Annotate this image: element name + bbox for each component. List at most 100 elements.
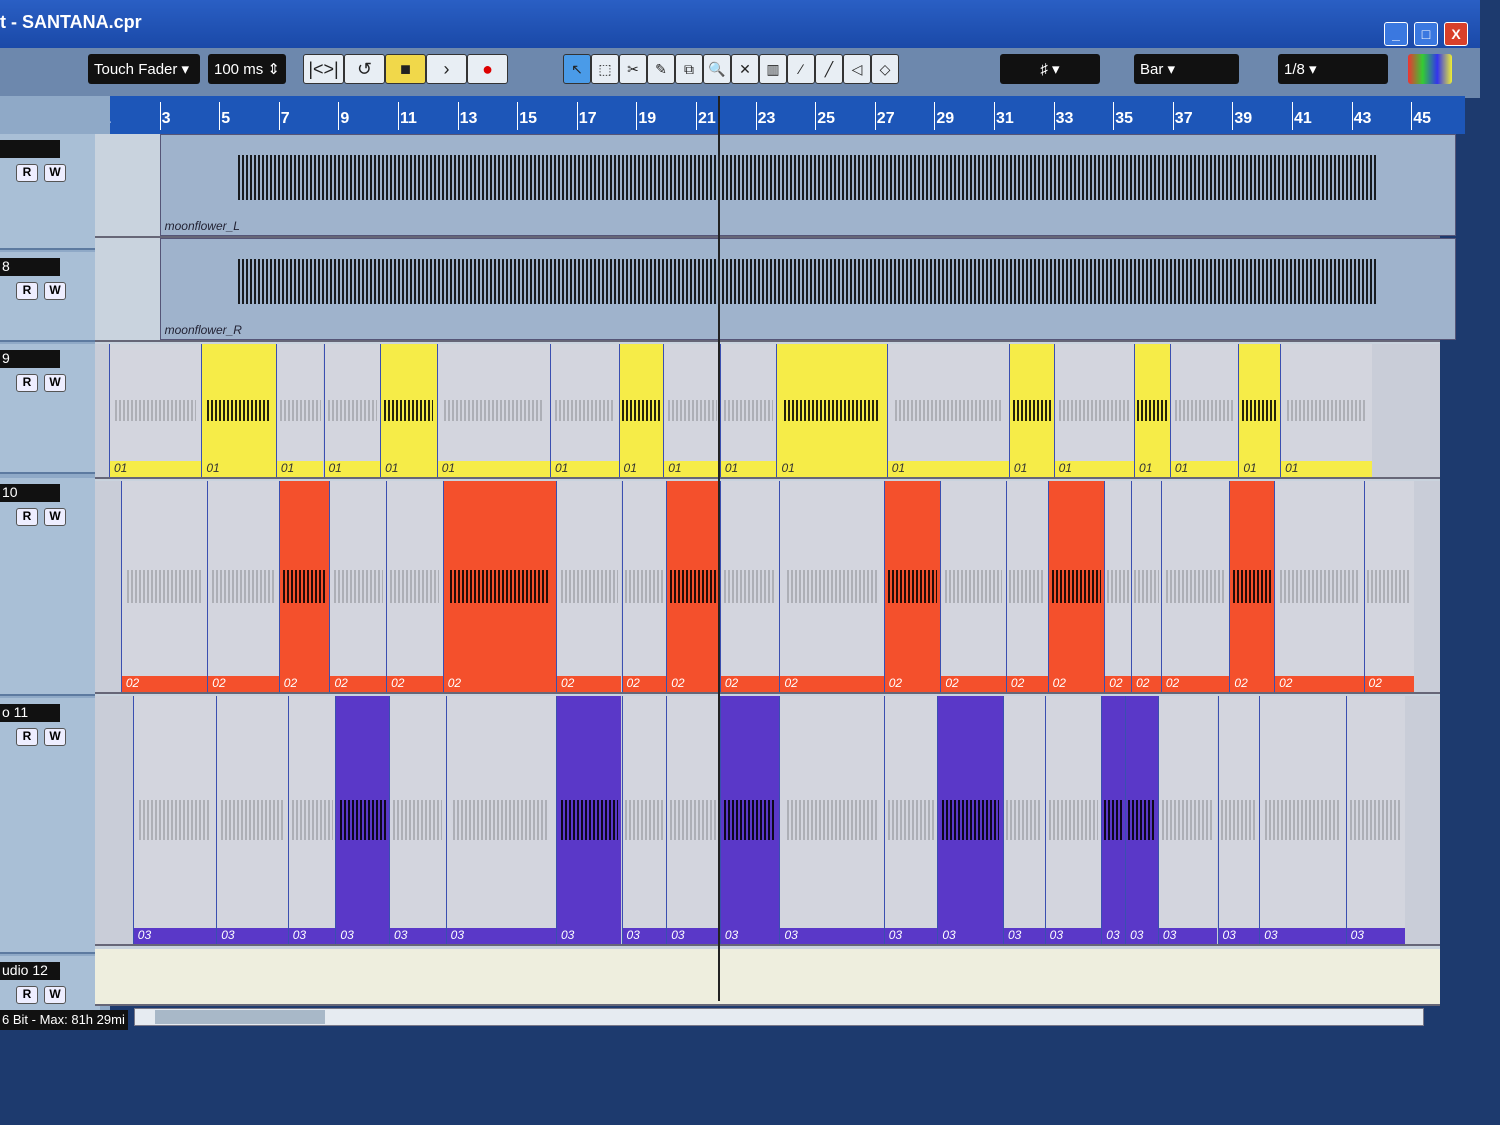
- selected-event[interactable]: 03: [1125, 696, 1158, 944]
- tool-button[interactable]: ⧉: [675, 54, 703, 84]
- write-automation-button[interactable]: W: [44, 986, 66, 1004]
- track-header[interactable]: o 11 R W: [0, 698, 100, 954]
- event[interactable]: 02: [207, 481, 279, 692]
- event[interactable]: 03: [1345, 696, 1406, 944]
- track-name[interactable]: 8: [0, 258, 60, 276]
- transport-button[interactable]: |<>|: [303, 54, 344, 84]
- selected-event[interactable]: 02: [883, 481, 941, 692]
- event[interactable]: 02: [719, 481, 780, 692]
- tool-button[interactable]: ◁: [843, 54, 871, 84]
- tool-button[interactable]: ╱: [815, 54, 843, 84]
- event[interactable]: 03: [779, 696, 884, 944]
- event[interactable]: 01: [1169, 344, 1239, 477]
- selected-event[interactable]: 02: [1047, 481, 1105, 692]
- tool-button[interactable]: ↖: [563, 54, 591, 84]
- event[interactable]: 02: [329, 481, 387, 692]
- time-stepper[interactable]: 100 ms ⇕: [208, 54, 286, 84]
- tool-button[interactable]: ▥: [759, 54, 787, 84]
- event[interactable]: 01: [886, 344, 1009, 477]
- write-automation-button[interactable]: W: [44, 508, 66, 526]
- track-name[interactable]: 10: [0, 484, 60, 502]
- write-automation-button[interactable]: W: [44, 282, 66, 300]
- track-name[interactable]: udio 12: [0, 962, 60, 980]
- tool-button[interactable]: ◇: [871, 54, 899, 84]
- selected-event[interactable]: 03: [1101, 696, 1126, 944]
- event[interactable]: 01: [436, 344, 550, 477]
- selected-event[interactable]: 02: [666, 481, 720, 692]
- event[interactable]: 02: [1131, 481, 1161, 692]
- event[interactable]: 02: [120, 481, 208, 692]
- event[interactable]: 01: [1280, 344, 1373, 477]
- tool-button[interactable]: 🔍: [703, 54, 731, 84]
- selected-event[interactable]: 01: [380, 344, 437, 477]
- transport-button[interactable]: ↺: [344, 54, 385, 84]
- quantize-select[interactable]: 1/8 ▾: [1278, 54, 1388, 84]
- event[interactable]: 03: [1002, 696, 1045, 944]
- event[interactable]: 01: [108, 344, 202, 477]
- selected-event[interactable]: 03: [335, 696, 390, 944]
- event[interactable]: 03: [883, 696, 938, 944]
- event[interactable]: 02: [1005, 481, 1048, 692]
- tool-button[interactable]: ⬚: [591, 54, 619, 84]
- tool-button[interactable]: ✂: [619, 54, 647, 84]
- event[interactable]: 03: [216, 696, 288, 944]
- selected-event[interactable]: 02: [442, 481, 556, 692]
- selected-event[interactable]: 01: [618, 344, 664, 477]
- selected-event[interactable]: 01: [776, 344, 887, 477]
- selected-event[interactable]: 01: [201, 344, 276, 477]
- track-header[interactable]: 9 RW: [0, 344, 100, 474]
- transport-button[interactable]: ›: [426, 54, 467, 84]
- timeline-ruler[interactable]: 1357911131517192123252729313335373941434…: [95, 96, 1465, 134]
- track-header[interactable]: 8 RW: [0, 252, 100, 342]
- automation-mode-select[interactable]: Touch Fader ▾: [88, 54, 200, 84]
- arrange-area[interactable]: moonflower_L moonflower_R 01 01 01 01 01 01 01 01…: [95, 134, 1456, 1006]
- event[interactable]: 01: [275, 344, 324, 477]
- scroll-thumb[interactable]: [155, 1010, 325, 1024]
- event[interactable]: 03: [1157, 696, 1218, 944]
- track-header[interactable]: 10 R W: [0, 478, 100, 696]
- transport-button[interactable]: ■: [385, 54, 426, 84]
- selected-event[interactable]: 03: [719, 696, 780, 944]
- write-automation-button[interactable]: W: [44, 374, 66, 392]
- tool-button[interactable]: ✕: [731, 54, 759, 84]
- audio-event[interactable]: moonflower_R: [159, 238, 1456, 340]
- event[interactable]: 03: [1217, 696, 1260, 944]
- write-automation-button[interactable]: W: [44, 728, 66, 746]
- event[interactable]: 02: [386, 481, 443, 692]
- track-name[interactable]: o 11: [0, 704, 60, 722]
- track-name[interactable]: 9: [0, 350, 60, 368]
- maximize-button[interactable]: □: [1414, 22, 1438, 46]
- snap-type-select[interactable]: ♯ ▾: [1000, 54, 1100, 84]
- event[interactable]: 02: [621, 481, 667, 692]
- event[interactable]: 02: [1160, 481, 1230, 692]
- track-name[interactable]: [0, 140, 60, 158]
- event[interactable]: 03: [621, 696, 667, 944]
- event[interactable]: 03: [1044, 696, 1102, 944]
- event[interactable]: 02: [555, 481, 622, 692]
- event[interactable]: 01: [323, 344, 381, 477]
- event[interactable]: 01: [663, 344, 720, 477]
- event[interactable]: 02: [1104, 481, 1132, 692]
- selected-event[interactable]: 02: [1229, 481, 1275, 692]
- read-automation-button[interactable]: R: [16, 508, 38, 526]
- event[interactable]: 03: [389, 696, 446, 944]
- grid-select[interactable]: Bar ▾: [1134, 54, 1239, 84]
- audio-event[interactable]: moonflower_L: [159, 134, 1456, 236]
- event[interactable]: 03: [132, 696, 217, 944]
- playback-cursor[interactable]: [718, 96, 720, 1001]
- color-palette-button[interactable]: [1408, 54, 1452, 84]
- event[interactable]: 03: [287, 696, 336, 944]
- transport-button[interactable]: ●: [467, 54, 508, 84]
- read-automation-button[interactable]: R: [16, 728, 38, 746]
- horizontal-scrollbar[interactable]: [134, 1008, 1424, 1026]
- read-automation-button[interactable]: R: [16, 164, 38, 182]
- minimize-button[interactable]: _: [1384, 22, 1408, 46]
- event[interactable]: 03: [1259, 696, 1346, 944]
- event[interactable]: 01: [719, 344, 777, 477]
- event[interactable]: 03: [445, 696, 556, 944]
- event[interactable]: 01: [549, 344, 619, 477]
- event[interactable]: 02: [1363, 481, 1415, 692]
- read-automation-button[interactable]: R: [16, 374, 38, 392]
- track-header[interactable]: RW: [0, 134, 100, 250]
- read-automation-button[interactable]: R: [16, 986, 38, 1004]
